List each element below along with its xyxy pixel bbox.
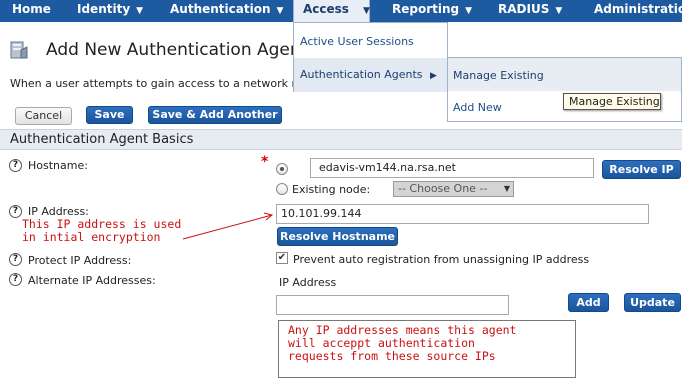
top-nav: Home Identity ▼ Authentication ▼ Access ▼ R… xyxy=(0,0,682,22)
menu-item-authentication-agents[interactable]: Authentication Agents ▶ xyxy=(300,68,437,81)
nav-authentication-label: Authentication xyxy=(170,2,271,16)
existing-node-label: Existing node: xyxy=(292,183,371,196)
menu-item-active-user-sessions[interactable]: Active User Sessions xyxy=(300,35,414,48)
section-header: Authentication Agent Basics xyxy=(0,129,682,150)
tooltip: Manage Existing xyxy=(563,93,661,110)
existing-node-radio[interactable] xyxy=(276,183,288,195)
alternate-ip-annotation: Any IP addresses means this agent will a… xyxy=(288,323,517,363)
chevron-down-icon: ▼ xyxy=(276,6,284,16)
authentication-agents-submenu: Manage Existing Add New xyxy=(447,57,682,122)
hostname-field[interactable]: edavis-vm144.na.rsa.net xyxy=(310,158,594,178)
required-marker: * xyxy=(261,154,269,170)
nav-access[interactable]: Access ▼ xyxy=(293,0,370,22)
page-title: Add New Authentication Agent xyxy=(46,40,308,60)
nav-access-label: Access xyxy=(303,2,349,16)
access-dropdown-menu: Active User Sessions Authentication Agen… xyxy=(293,22,448,92)
menu-item-add-new[interactable]: Add New xyxy=(453,101,502,114)
nav-identity[interactable]: Identity ▼ xyxy=(77,1,143,23)
chevron-down-icon: ▼ xyxy=(465,6,473,16)
menu-item-authentication-agents-label: Authentication Agents xyxy=(300,68,423,81)
chevron-right-icon: ▶ xyxy=(430,71,437,81)
hostname-label: Hostname: xyxy=(28,159,88,172)
chevron-down-icon: ▼ xyxy=(503,184,510,193)
annotation-box: Any IP addresses means this agent will a… xyxy=(278,320,576,378)
nav-reporting-label: Reporting xyxy=(392,2,460,16)
nav-home-label: Home xyxy=(12,2,51,16)
existing-node-select[interactable]: -- Choose One -- ▼ xyxy=(393,181,514,197)
nav-radius[interactable]: RADIUS ▼ xyxy=(498,1,562,23)
agent-icon xyxy=(10,41,28,59)
help-icon[interactable]: ? xyxy=(9,205,22,218)
nav-administration-label: Administration xyxy=(594,2,682,16)
help-icon[interactable]: ? xyxy=(9,159,22,172)
nav-reporting[interactable]: Reporting ▼ xyxy=(392,1,472,23)
existing-node-select-value: -- Choose One -- xyxy=(398,182,488,195)
nav-home[interactable]: Home xyxy=(12,1,51,23)
alternate-ip-input[interactable] xyxy=(276,295,509,315)
nav-identity-label: Identity xyxy=(77,2,131,16)
save-button[interactable]: Save xyxy=(86,106,133,124)
alternate-ip-label: Alternate IP Addresses: xyxy=(28,274,156,287)
resolve-ip-button[interactable]: Resolve IP xyxy=(602,160,681,179)
ip-address-field[interactable]: 10.101.99.144 xyxy=(276,204,649,224)
save-and-add-another-button[interactable]: Save & Add Another xyxy=(148,106,282,124)
chevron-down-icon: ▼ xyxy=(136,6,144,16)
nav-radius-label: RADIUS xyxy=(498,2,550,16)
chevron-down-icon: ▼ xyxy=(555,6,563,16)
chevron-down-icon: ▼ xyxy=(362,6,370,16)
prevent-auto-registration-label: Prevent auto registration from unassigni… xyxy=(293,253,590,266)
nav-authentication[interactable]: Authentication ▼ xyxy=(170,1,283,23)
help-icon[interactable]: ? xyxy=(9,253,22,266)
add-button[interactable]: Add xyxy=(568,293,609,312)
prevent-auto-registration-checkbox[interactable]: ✔ xyxy=(276,252,288,264)
cancel-button[interactable]: Cancel xyxy=(15,107,72,125)
hostname-radio[interactable] xyxy=(276,163,288,175)
menu-item-manage-existing[interactable]: Manage Existing xyxy=(453,69,544,82)
update-button[interactable]: Update xyxy=(624,293,681,312)
ip-annotation: This IP address is used in intial encryp… xyxy=(22,217,182,244)
intro-text: When a user attempts to gain access to a… xyxy=(10,77,340,90)
help-icon[interactable]: ? xyxy=(9,273,22,286)
nav-administration[interactable]: Administration xyxy=(594,1,682,23)
protect-ip-label: Protect IP Address: xyxy=(28,254,132,267)
resolve-hostname-button[interactable]: Resolve Hostname xyxy=(277,227,398,246)
section-title: Authentication Agent Basics xyxy=(10,132,194,147)
alternate-ip-column-header: IP Address xyxy=(279,276,337,289)
